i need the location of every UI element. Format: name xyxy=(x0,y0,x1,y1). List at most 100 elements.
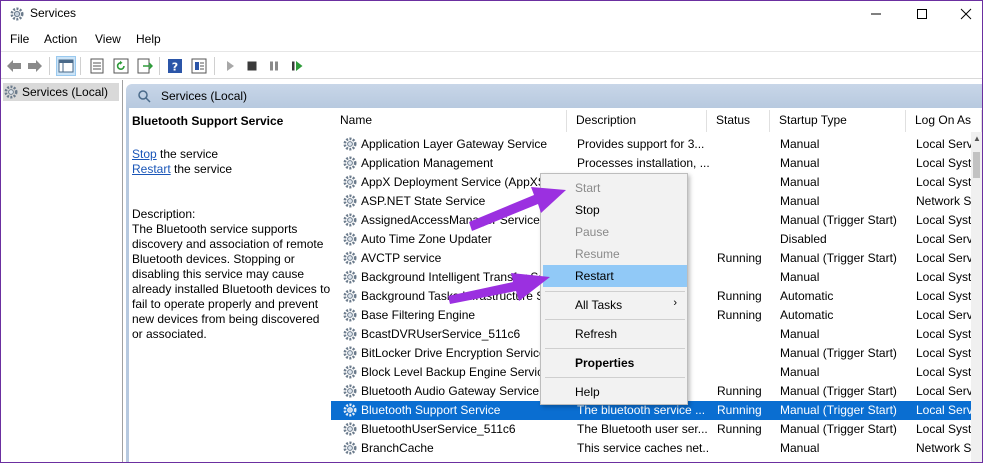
cell-startup-type: Manual xyxy=(780,441,820,455)
context-menu-stop[interactable]: Stop xyxy=(543,199,687,221)
context-menu-pause[interactable]: Pause xyxy=(543,221,687,243)
table-row[interactable]: Application Layer Gateway Service Provide… xyxy=(331,135,974,154)
service-gear-icon xyxy=(343,327,357,341)
cell-log-on-as: Local Syste xyxy=(916,213,974,227)
cell-name: Bluetooth Support Service xyxy=(361,403,501,417)
help-button[interactable]: ? xyxy=(165,56,185,76)
cell-log-on-as: Local Syste xyxy=(916,422,974,436)
service-gear-icon xyxy=(343,384,357,398)
column-header-description[interactable]: Description xyxy=(567,110,707,132)
column-header-status[interactable]: Status xyxy=(707,110,770,132)
cell-startup-type: Manual xyxy=(780,175,820,189)
start-service-button[interactable] xyxy=(220,56,240,76)
pause-icon xyxy=(270,61,278,71)
menu-view[interactable]: View xyxy=(95,32,121,46)
close-icon xyxy=(960,8,972,20)
cell-status: Running xyxy=(717,422,762,436)
show-hide-tree-icon xyxy=(58,59,74,73)
table-row[interactable]: BluetoothUserService_511c6 The Bluetooth … xyxy=(331,420,974,439)
service-gear-icon xyxy=(343,270,357,284)
cell-log-on-as: Local Servi xyxy=(916,308,974,322)
cell-log-on-as: Local Syste xyxy=(916,346,974,360)
context-menu-refresh[interactable]: Refresh xyxy=(543,323,687,345)
window-title: Services xyxy=(30,6,77,20)
cell-log-on-as: Network S... xyxy=(916,441,974,455)
table-header: ⌃Name Description Status Startup Type Lo… xyxy=(331,110,982,132)
cell-startup-type: Manual (Trigger Start) xyxy=(780,346,897,360)
cell-description: This service caches net... xyxy=(577,441,709,455)
service-gear-icon xyxy=(343,213,357,227)
restart-service-button[interactable] xyxy=(287,56,307,76)
cell-status: Running xyxy=(717,403,762,417)
show-hide-tree-button[interactable] xyxy=(56,56,76,76)
table-row[interactable]: BranchCache This service caches net... Man… xyxy=(331,439,974,458)
cell-log-on-as: Local Servi xyxy=(916,251,974,265)
maximize-icon xyxy=(917,9,927,19)
menu-bar: File Action View Help xyxy=(1,29,982,51)
cell-name: Application Management xyxy=(361,156,494,170)
cell-log-on-as: Local Servi xyxy=(916,384,974,398)
restart-service-link[interactable]: Restart xyxy=(132,162,171,176)
export-icon xyxy=(137,58,153,74)
scroll-up-icon[interactable]: ▲ xyxy=(973,134,981,143)
service-description-text: Description: The Bluetooth service suppo… xyxy=(132,207,331,341)
stop-icon xyxy=(247,61,257,71)
cell-startup-type: Disabled xyxy=(780,232,827,246)
export-button[interactable] xyxy=(135,56,155,76)
tree-item-label: Services (Local) xyxy=(22,85,109,99)
menu-action[interactable]: Action xyxy=(44,32,77,46)
stop-service-button[interactable] xyxy=(242,56,262,76)
cell-status: Running xyxy=(717,308,762,322)
column-header-log-on-as[interactable]: Log On As xyxy=(906,110,982,132)
service-gear-icon xyxy=(343,194,357,208)
cell-startup-type: Automatic xyxy=(780,289,834,303)
context-menu-resume[interactable]: Resume xyxy=(543,243,687,265)
info-button[interactable] xyxy=(189,56,209,76)
service-gear-icon xyxy=(343,308,357,322)
refresh-button[interactable] xyxy=(111,56,131,76)
start-icon xyxy=(227,61,234,71)
cell-name: BluetoothUserService_511c6 xyxy=(361,422,516,436)
menu-file[interactable]: File xyxy=(10,32,29,46)
cell-status: Running xyxy=(717,289,762,303)
service-gear-icon xyxy=(343,441,357,455)
cell-startup-type: Manual xyxy=(780,156,820,170)
properties-button[interactable] xyxy=(87,56,107,76)
back-button[interactable] xyxy=(4,56,24,76)
context-menu-properties[interactable]: Properties xyxy=(543,352,687,374)
pause-service-button[interactable] xyxy=(264,56,284,76)
context-menu-help[interactable]: Help xyxy=(543,381,687,403)
minimize-button[interactable] xyxy=(853,1,899,27)
cell-startup-type: Manual (Trigger Start) xyxy=(780,384,897,398)
gear-icon xyxy=(4,85,18,99)
svg-text:?: ? xyxy=(172,61,178,74)
service-gear-icon xyxy=(343,156,357,170)
cell-startup-type: Manual xyxy=(780,327,820,341)
cell-log-on-as: Local Syste xyxy=(916,327,974,341)
maximize-button[interactable] xyxy=(899,1,945,27)
close-button[interactable] xyxy=(943,1,982,27)
context-menu-start[interactable]: Start xyxy=(543,177,687,199)
forward-button[interactable] xyxy=(25,56,45,76)
cell-log-on-as: Local Syste xyxy=(916,175,974,189)
cell-description: The Bluetooth user ser... xyxy=(577,422,708,436)
tree-item-services-local[interactable]: Services (Local) xyxy=(3,83,119,101)
restart-service-line: Restart the service xyxy=(132,162,233,176)
minimize-icon xyxy=(871,13,881,15)
menu-help[interactable]: Help xyxy=(136,32,161,46)
context-menu-restart[interactable]: Restart xyxy=(543,265,687,287)
table-row[interactable]: Application Management Processes installa… xyxy=(331,154,974,173)
service-gear-icon xyxy=(343,232,357,246)
title-bar: Services xyxy=(1,1,982,27)
cell-startup-type: Manual xyxy=(780,365,820,379)
context-menu-all-tasks[interactable]: All Tasks › xyxy=(543,294,687,316)
column-header-startup-type[interactable]: Startup Type xyxy=(770,110,906,132)
stop-service-link[interactable]: Stop xyxy=(132,147,157,161)
scrollbar-thumb[interactable] xyxy=(973,152,980,178)
vertical-scrollbar[interactable]: ▲ xyxy=(971,132,982,462)
cell-log-on-as: Local Servi xyxy=(916,137,974,151)
column-header-name[interactable]: ⌃Name xyxy=(331,110,567,132)
cell-description: The bluetooth service ... xyxy=(577,403,706,417)
service-gear-icon xyxy=(343,251,357,265)
cell-log-on-as: Network S... xyxy=(916,194,974,208)
